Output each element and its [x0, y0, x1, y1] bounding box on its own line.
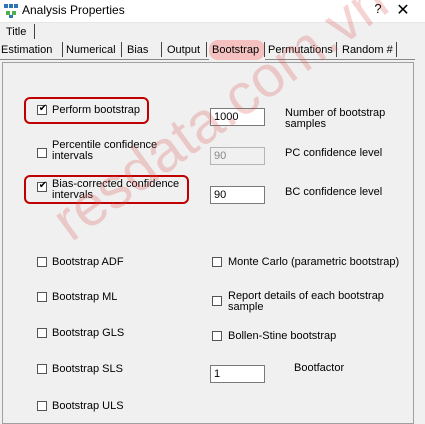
- tab-numerical[interactable]: Numerical: [66, 44, 116, 56]
- tab-permutations[interactable]: Permutations: [268, 44, 333, 56]
- bollen-stine-checkbox[interactable]: [212, 331, 222, 341]
- num-bootstrap-samples-input[interactable]: 1000: [210, 108, 265, 126]
- tab-bootstrap[interactable]: Bootstrap: [212, 44, 259, 56]
- bias-corrected-ci-label: Bias-corrected confidence intervals: [52, 178, 180, 201]
- bootstrap-sls-checkbox[interactable]: [37, 364, 47, 374]
- bootfactor-input[interactable]: 1: [210, 365, 265, 383]
- checkmark-icon: ✔: [38, 180, 48, 191]
- bootstrap-ml-label: Bootstrap ML: [52, 291, 118, 303]
- bootstrap-adf-checkbox[interactable]: [37, 257, 47, 267]
- tab-separator: [34, 24, 35, 39]
- title-bar: Analysis Properties ? ✕: [0, 0, 425, 23]
- checkmark-icon: ✔: [38, 103, 48, 114]
- report-details-label: Report details of each bootstrap sample: [228, 290, 384, 313]
- tab-output[interactable]: Output: [167, 44, 200, 56]
- tab-separator: [336, 42, 337, 57]
- perform-bootstrap-checkbox[interactable]: ✔: [37, 103, 48, 115]
- tab-estimation[interactable]: Estimation: [1, 44, 52, 56]
- pc-confidence-level-input[interactable]: 90: [210, 147, 265, 165]
- bollen-stine-label: Bollen-Stine bootstrap: [228, 330, 337, 342]
- bootstrap-uls-checkbox[interactable]: [37, 401, 47, 411]
- percentile-ci-checkbox[interactable]: [37, 148, 47, 158]
- bootstrap-uls-label: Bootstrap ULS: [52, 400, 124, 412]
- monte-carlo-label: Monte Carlo (parametric bootstrap): [228, 256, 400, 268]
- bc-confidence-level-input[interactable]: 90: [210, 186, 265, 204]
- num-bootstrap-samples-label: Number of bootstrap samples: [285, 107, 386, 130]
- bootstrap-adf-label: Bootstrap ADF: [52, 256, 124, 268]
- perform-bootstrap-label: Perform bootstrap: [52, 104, 141, 116]
- monte-carlo-checkbox[interactable]: [212, 257, 222, 267]
- bias-corrected-ci-checkbox[interactable]: ✔: [37, 180, 48, 192]
- tab-random[interactable]: Random #: [342, 44, 393, 56]
- bootstrap-sls-label: Bootstrap SLS: [52, 363, 123, 375]
- tab-separator: [396, 42, 397, 57]
- tab-separator: [264, 42, 265, 57]
- tab-title[interactable]: Title: [6, 26, 26, 38]
- bootstrap-gls-checkbox[interactable]: [37, 328, 47, 338]
- tab-separator: [62, 42, 63, 57]
- bootstrap-ml-checkbox[interactable]: [37, 292, 47, 302]
- pc-confidence-level-label: PC confidence level: [285, 147, 383, 159]
- help-button[interactable]: ?: [368, 1, 388, 16]
- tab-separator: [121, 42, 122, 57]
- tab-baseline: [265, 59, 415, 60]
- window-title: Analysis Properties: [22, 3, 125, 17]
- tab-separator: [206, 42, 207, 57]
- bc-confidence-level-label: BC confidence level: [285, 186, 383, 198]
- bootstrap-gls-label: Bootstrap GLS: [52, 327, 125, 339]
- bootfactor-label: Bootfactor: [294, 362, 345, 374]
- tab-baseline: [0, 59, 209, 60]
- app-icon: [4, 4, 18, 18]
- report-details-checkbox[interactable]: [212, 296, 222, 306]
- close-button[interactable]: ✕: [392, 0, 414, 20]
- percentile-ci-label: Percentile confidence intervals: [52, 139, 158, 162]
- tab-bias[interactable]: Bias: [127, 44, 148, 56]
- tab-separator: [161, 42, 162, 57]
